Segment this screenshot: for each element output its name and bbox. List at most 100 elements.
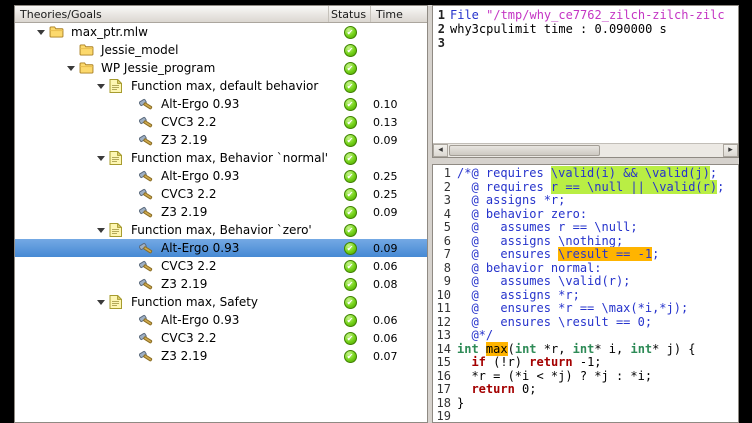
tree-row[interactable]: Function max, Safety✔ [15,293,427,311]
indent-spacer [33,140,123,141]
time-cell: 0.10 [371,98,427,111]
status-cell: ✔ [329,278,371,291]
expander-icon[interactable] [93,84,109,89]
row-label: CVC3 2.2 [159,115,329,129]
line-text: *r = (*i < *j) ? *j : *i; [457,370,652,384]
code-line: 10 @ assigns *r; [435,289,738,303]
prover-output-text: 1File "/tmp/why_ce7762_zilch-zilch-zilc2… [433,6,738,143]
scrollbar-thumb[interactable] [449,145,600,156]
expander-icon[interactable] [63,66,79,71]
line-text: @ assumes \valid(r); [457,275,630,289]
tree-row[interactable]: Z3 2.19✔0.07 [15,347,427,365]
tree-row[interactable]: Function max, Behavior `normal'✔ [15,149,427,167]
tree-row[interactable]: CVC3 2.2✔0.06 [15,257,427,275]
status-valid-icon: ✔ [344,116,357,129]
code-line: 4 @ behavior zero: [435,208,738,222]
folder-icon [79,44,99,56]
code-segment: max [486,342,508,356]
tree-row[interactable]: Z3 2.19✔0.08 [15,275,427,293]
status-cell: ✔ [329,44,371,57]
line-text: return 0; [457,383,537,397]
line-text: /*@ requires \valid(i) && \valid(j); [457,167,717,181]
line-number: 6 [435,235,451,249]
tree-row[interactable]: WP Jessie_program✔ [15,59,427,77]
line-number: 10 [435,289,451,303]
time-cell: 0.25 [371,188,427,201]
line-number: 14 [435,343,451,357]
line-number: 11 [435,302,451,316]
line-number: 5 [435,221,451,235]
code-segment: File [450,8,486,22]
tree-row[interactable]: CVC3 2.2✔0.13 [15,113,427,131]
indent-spacer [33,338,123,339]
prover-output-panel[interactable]: 1File "/tmp/why_ce7762_zilch-zilch-zilc2… [432,5,739,158]
tree-row[interactable]: CVC3 2.2✔0.25 [15,185,427,203]
code-line: 3 @ assigns *r; [435,194,738,208]
tree-row[interactable]: Jessie_model✔ [15,41,427,59]
line-text: } [457,397,464,411]
expander-icon[interactable] [93,300,109,305]
code-segment: *r = (*i < *j) ? *j : *i; [457,369,652,383]
status-valid-icon: ✔ [344,260,357,273]
code-line: 17 return 0; [435,383,738,397]
line-number: 7 [435,248,451,262]
row-label: CVC3 2.2 [159,331,329,345]
scroll-right-button[interactable]: ▸ [723,144,738,157]
tree-row[interactable]: Alt-Ergo 0.93✔0.10 [15,95,427,113]
output-horizontal-scrollbar[interactable]: ◂ ▸ [433,143,738,157]
tree-row[interactable]: CVC3 2.2✔0.06 [15,329,427,347]
code-line: 3 [436,36,738,50]
prover-icon [139,188,159,201]
line-number: 2 [436,22,445,36]
theories-goals-panel: Theories/Goals Status Time max_ptr.mlw✔J… [14,5,428,423]
prover-icon [139,116,159,129]
indent-spacer [33,86,93,87]
code-segment: int [630,342,652,356]
line-number: 18 [435,397,451,411]
code-line: 2 @ requires r == \null || \valid(r); [435,181,738,195]
source-code-text: 1/*@ requires \valid(i) && \valid(j);2 @… [433,165,738,423]
tree-row[interactable]: Function max, Behavior `zero'✔ [15,221,427,239]
indent-spacer [33,104,123,105]
tree-row[interactable]: Z3 2.19✔0.09 [15,203,427,221]
indent-spacer [33,68,63,69]
code-segment: @ assumes r == \null; [457,220,638,234]
line-text: @ behavior zero: [457,208,587,222]
scrollbar-track[interactable] [448,144,723,157]
row-label: Alt-Ergo 0.93 [159,241,329,255]
tree-row[interactable]: Function max, default behavior✔ [15,77,427,95]
code-segment: (!r) [486,355,529,369]
expander-icon[interactable] [93,156,109,161]
status-valid-icon: ✔ [344,62,357,75]
code-segment: ; [717,180,724,194]
column-header-theories-goals[interactable]: Theories/Goals [15,6,329,22]
line-text: @ assigns *r; [457,289,580,303]
code-segment: * i, [594,342,630,356]
time-cell: 0.09 [371,242,427,255]
code-segment: return [471,382,514,396]
status-valid-icon: ✔ [344,242,357,255]
scroll-left-button[interactable]: ◂ [433,144,448,157]
column-header-status[interactable]: Status [329,6,371,22]
row-label: Z3 2.19 [159,349,329,363]
expander-icon[interactable] [93,228,109,233]
tree-row[interactable]: Z3 2.19✔0.09 [15,131,427,149]
row-label: CVC3 2.2 [159,187,329,201]
column-header-time[interactable]: Time [371,6,427,22]
code-line: 13 @*/ [435,329,738,343]
code-line: 16 *r = (*i < *j) ? *j : *i; [435,370,738,384]
source-code-panel[interactable]: 1/*@ requires \valid(i) && \valid(j);2 @… [432,164,739,423]
line-text: @ requires r == \null || \valid(r); [457,181,724,195]
tree-row[interactable]: Alt-Ergo 0.93✔0.06 [15,311,427,329]
tree-row[interactable]: Alt-Ergo 0.93✔0.25 [15,167,427,185]
status-cell: ✔ [329,314,371,327]
row-label: Z3 2.19 [159,277,329,291]
tree-row[interactable]: max_ptr.mlw✔ [15,23,427,41]
status-valid-icon: ✔ [344,170,357,183]
expander-icon[interactable] [33,30,49,35]
code-segment: @ behavior zero: [457,207,587,221]
code-segment [457,355,471,369]
tree-row[interactable]: Alt-Ergo 0.93 ✔ 0.09 [15,239,427,257]
prover-icon [139,314,159,327]
code-segment: @ requires [457,180,551,194]
